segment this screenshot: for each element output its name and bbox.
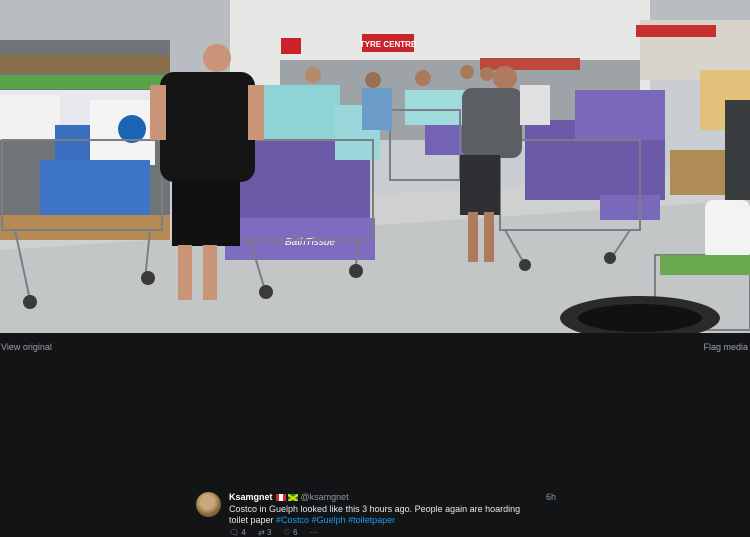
like-button[interactable]: ♡ 6 <box>284 528 298 537</box>
tweet[interactable]: Ksamgnet @ksamgnet 6h Costco in Guelph lo… <box>196 490 576 537</box>
retweet-count: 3 <box>267 528 272 537</box>
tweet-actions: 🗨︎ 4 ⇄ 3 ♡ 6 ··· <box>229 528 328 537</box>
view-original-link[interactable]: View original <box>1 342 52 352</box>
avatar[interactable] <box>196 492 221 517</box>
tweet-header: Ksamgnet @ksamgnet <box>229 492 349 502</box>
reply-count: 4 <box>241 528 246 537</box>
canada-flag-icon <box>275 494 286 502</box>
heart-icon: ♡ <box>283 528 291 537</box>
hashtag-costco[interactable]: #Costco <box>276 515 309 525</box>
author-name[interactable]: Ksamgnet <box>229 492 273 502</box>
more-options-button[interactable]: ··· <box>310 528 318 537</box>
flag-media-link[interactable]: Flag media <box>703 342 748 352</box>
hashtag-guelph[interactable]: #Guelph <box>312 515 346 525</box>
media-action-bar: View original Flag media <box>0 333 750 361</box>
like-count: 6 <box>293 528 298 537</box>
store-photo: TYRE CENTRE BathTissue <box>0 0 750 333</box>
tweet-media-image[interactable]: TYRE CENTRE BathTissue <box>0 0 750 333</box>
tweet-text: Costco in Guelph looked like this 3 hour… <box>229 504 539 526</box>
more-icon: ··· <box>309 528 318 537</box>
jamaica-flag-icon <box>287 494 298 502</box>
hashtag-toiletpaper[interactable]: #toiletpaper <box>348 515 395 525</box>
retweet-icon: ⇄ <box>258 528 265 537</box>
reply-button[interactable]: 🗨︎ 4 <box>229 528 246 537</box>
pack-brand-label: BathTissue <box>285 237 335 248</box>
store-sign-label: TYRE CENTRE <box>360 40 417 49</box>
retweet-button[interactable]: ⇄ 3 <box>258 528 271 537</box>
tweet-timestamp[interactable]: 6h <box>546 492 556 502</box>
flag-emojis <box>275 493 298 502</box>
author-handle[interactable]: @ksamgnet <box>301 492 349 502</box>
reply-icon: 🗨︎ <box>229 528 240 537</box>
